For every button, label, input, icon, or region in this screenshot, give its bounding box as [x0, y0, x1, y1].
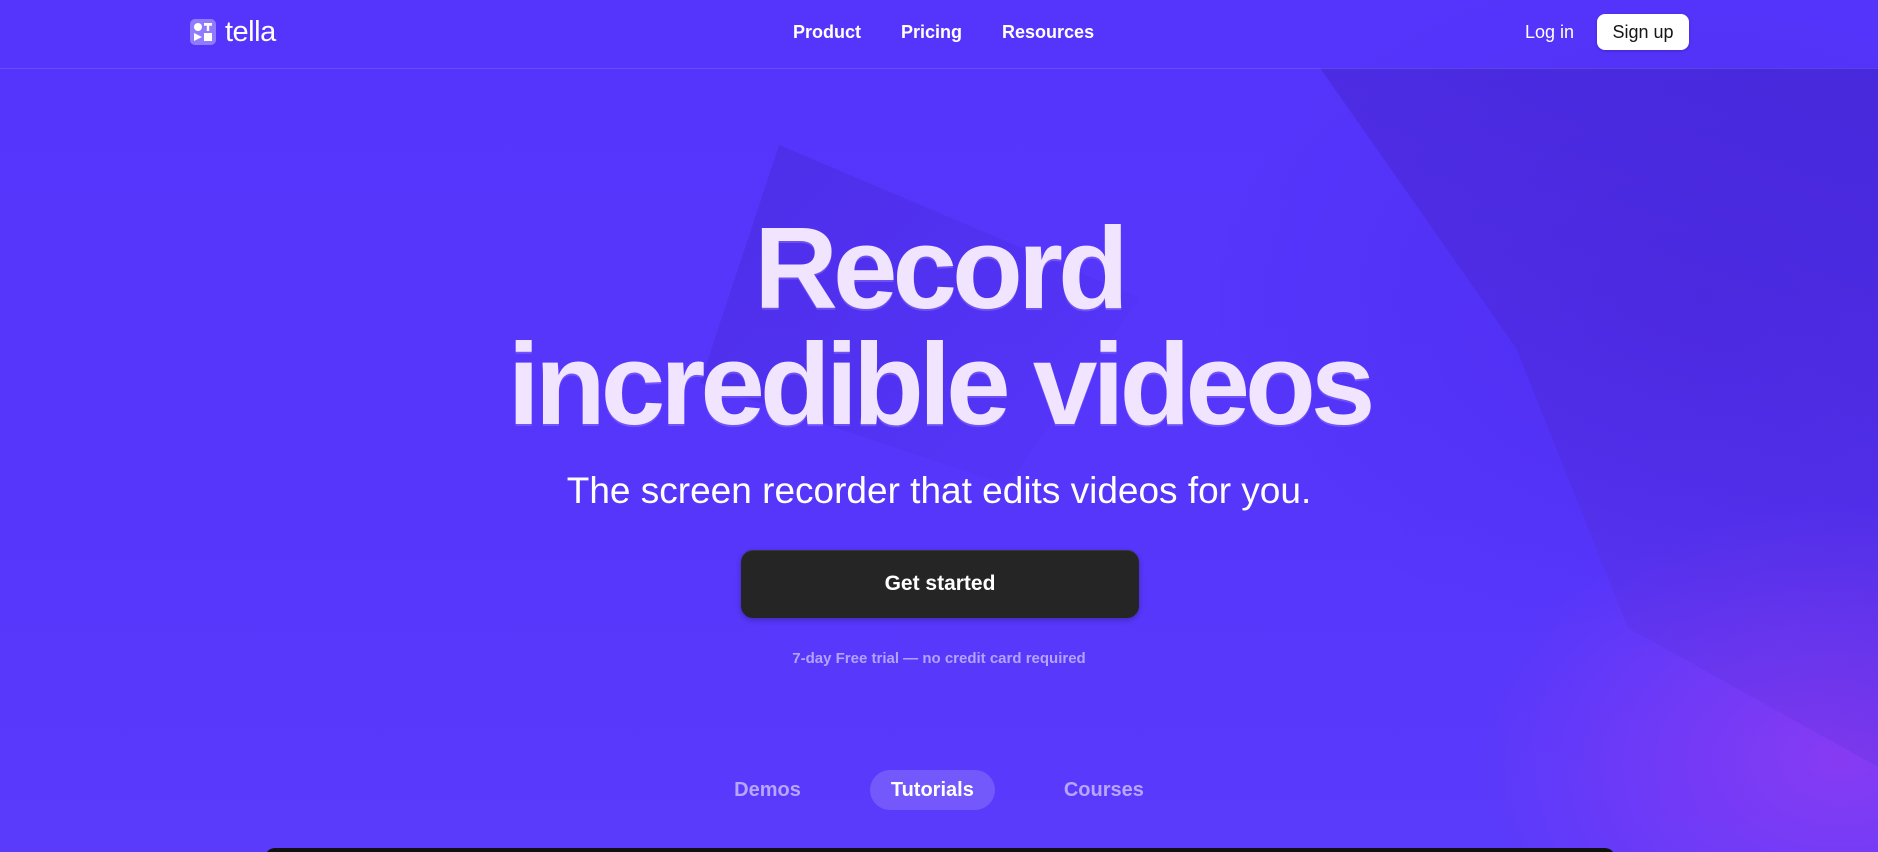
hero-title-line-1: Record: [754, 203, 1129, 333]
signup-button[interactable]: Sign up: [1597, 14, 1689, 50]
top-navigation: tella Product Pricing Resources Log in S…: [0, 0, 1878, 69]
trial-note: 7-day Free trial — no credit card requir…: [792, 650, 1086, 667]
get-started-button[interactable]: Get started: [741, 550, 1139, 618]
tab-tutorials[interactable]: Tutorials: [869, 770, 995, 810]
nav-link-resources[interactable]: Resources: [1002, 22, 1094, 43]
hero-title: Record incredible videos: [0, 210, 1878, 442]
nav-link-pricing[interactable]: Pricing: [901, 22, 962, 43]
content-tabs: Demos Tutorials Courses: [0, 770, 1878, 810]
tab-demos[interactable]: Demos: [713, 770, 822, 810]
main-menu: Product Pricing Resources: [793, 22, 1094, 43]
video-preview-frame: [265, 848, 1615, 852]
brand-name: tella: [225, 15, 276, 48]
tab-courses[interactable]: Courses: [1043, 770, 1165, 810]
nav-link-product[interactable]: Product: [793, 22, 861, 43]
hero-title-line-2: incredible videos: [507, 319, 1376, 449]
hero-subtitle: The screen recorder that edits videos fo…: [566, 470, 1312, 511]
login-link[interactable]: Log in: [1525, 22, 1574, 43]
brand-logo[interactable]: tella: [190, 16, 276, 48]
tella-logo-icon: [190, 19, 216, 45]
